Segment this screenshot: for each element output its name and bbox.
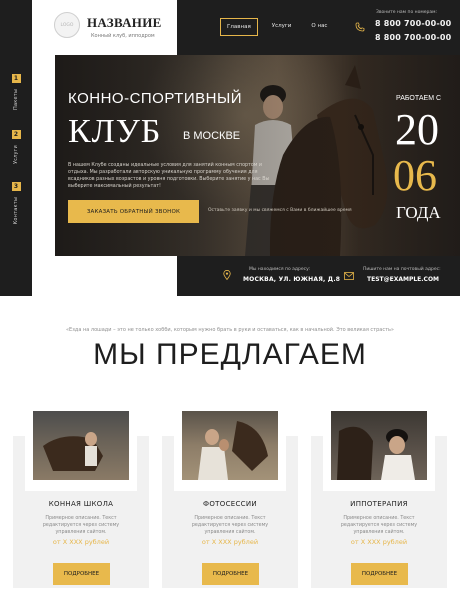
mail-icon bbox=[344, 272, 354, 280]
side-item-number: 1 bbox=[11, 74, 21, 83]
since-day: 20 bbox=[395, 105, 439, 154]
side-item-label: Услуги bbox=[13, 145, 19, 165]
hero-banner: КОННО-СПОРТИВНЫЙ КЛУБ В МОСКВЕ В нашем К… bbox=[55, 55, 460, 256]
more-button[interactable]: ПОДРОБНЕЕ bbox=[351, 563, 408, 585]
side-item-services[interactable]: 2 Услуги bbox=[0, 130, 32, 164]
since-word: ГОДА bbox=[396, 203, 441, 222]
logo[interactable]: LOGO bbox=[54, 12, 80, 38]
nav-about[interactable]: О нас bbox=[305, 18, 333, 36]
since-label: РАБОТАЕМ С bbox=[396, 95, 442, 102]
side-item-contacts[interactable]: 3 Контакты bbox=[0, 182, 32, 224]
hero-title-city: В МОСКВЕ bbox=[183, 130, 241, 142]
photo-riding-school bbox=[33, 411, 129, 480]
address: МОСКВА, УЛ. ЮЖНАЯ, Д.8 bbox=[243, 276, 341, 283]
address-label: Мы находимся по адресу: bbox=[249, 267, 311, 272]
hero-title-line1: КОННО-СПОРТИВНЫЙ bbox=[68, 90, 243, 107]
more-button[interactable]: ПОДРОБНЕЕ bbox=[53, 563, 110, 585]
hero-note: Оставьте заявку и мы свяжемся с Вами в б… bbox=[208, 208, 352, 213]
card-title: ФОТОСЕССИИ bbox=[203, 500, 257, 508]
callback-label: Звоните нам по номерам: bbox=[376, 10, 438, 15]
hero-description: В нашем Клубе созданы идеальные условия … bbox=[68, 163, 270, 189]
card-price: от X XXX рублей bbox=[350, 538, 408, 546]
site-header: LOGO НАЗВАНИЕ Конный клуб, ипподром Глав… bbox=[32, 0, 460, 55]
photo-photoshoots bbox=[182, 411, 278, 480]
card-price: от X XXX рублей bbox=[201, 538, 259, 546]
side-item-packages[interactable]: 1 Пакеты bbox=[0, 74, 32, 110]
nav-services[interactable]: Услуги bbox=[266, 18, 298, 36]
card-description: Примерное описание. Текст редактируется … bbox=[340, 516, 418, 535]
callback-request-button[interactable]: ЗАКАЗАТЬ ОБРАТНЫЙ ЗВОНОК bbox=[68, 200, 199, 223]
since-month: 06 bbox=[393, 151, 437, 200]
card-description: Примерное описание. Текст редактируется … bbox=[42, 516, 120, 535]
more-button[interactable]: ПОДРОБНЕЕ bbox=[202, 563, 259, 585]
photo-hippotherapy bbox=[331, 411, 427, 480]
offers-quote: «Езда на лошади – это не только хобби, к… bbox=[66, 327, 394, 333]
brand-block: LOGO НАЗВАНИЕ Конный клуб, ипподром bbox=[32, 0, 177, 55]
brand-name: НАЗВАНИЕ bbox=[87, 15, 162, 30]
nav-home[interactable]: Главная bbox=[220, 18, 258, 36]
side-item-label: Контакты bbox=[13, 197, 19, 225]
phone-icon bbox=[355, 22, 365, 32]
brand-subtitle: Конный клуб, ипподром bbox=[91, 33, 155, 39]
card-price: от X XXX рублей bbox=[52, 538, 110, 546]
contact-strip: Мы находимся по адресу: МОСКВА, УЛ. ЮЖНА… bbox=[177, 256, 460, 296]
card-title: ИППОТЕРАПИЯ bbox=[350, 500, 408, 508]
phone-number-2[interactable]: 8 800 700-00-00 bbox=[375, 33, 451, 42]
hero-title-club: КЛУБ bbox=[68, 113, 162, 150]
side-item-label: Пакеты bbox=[13, 89, 19, 110]
map-pin-icon bbox=[223, 270, 231, 280]
phone-number-1[interactable]: 8 800 700-00-00 bbox=[375, 19, 451, 28]
card-description: Примерное описание. Текст редактируется … bbox=[191, 516, 269, 535]
side-menu: 1 Пакеты 2 Услуги 3 Контакты bbox=[0, 0, 32, 296]
side-item-number: 2 bbox=[11, 130, 21, 139]
offers-title: МЫ ПРЕДЛАГАЕМ bbox=[93, 338, 367, 371]
email-link[interactable]: TEST@EXAMPLE.COM bbox=[367, 276, 439, 283]
side-item-number: 3 bbox=[11, 182, 21, 191]
email-label: Пишите нам на почтовый адрес: bbox=[363, 267, 441, 272]
card-title: КОННАЯ ШКОЛА bbox=[48, 500, 114, 508]
main-nav: Главная Услуги О нас bbox=[220, 18, 341, 36]
